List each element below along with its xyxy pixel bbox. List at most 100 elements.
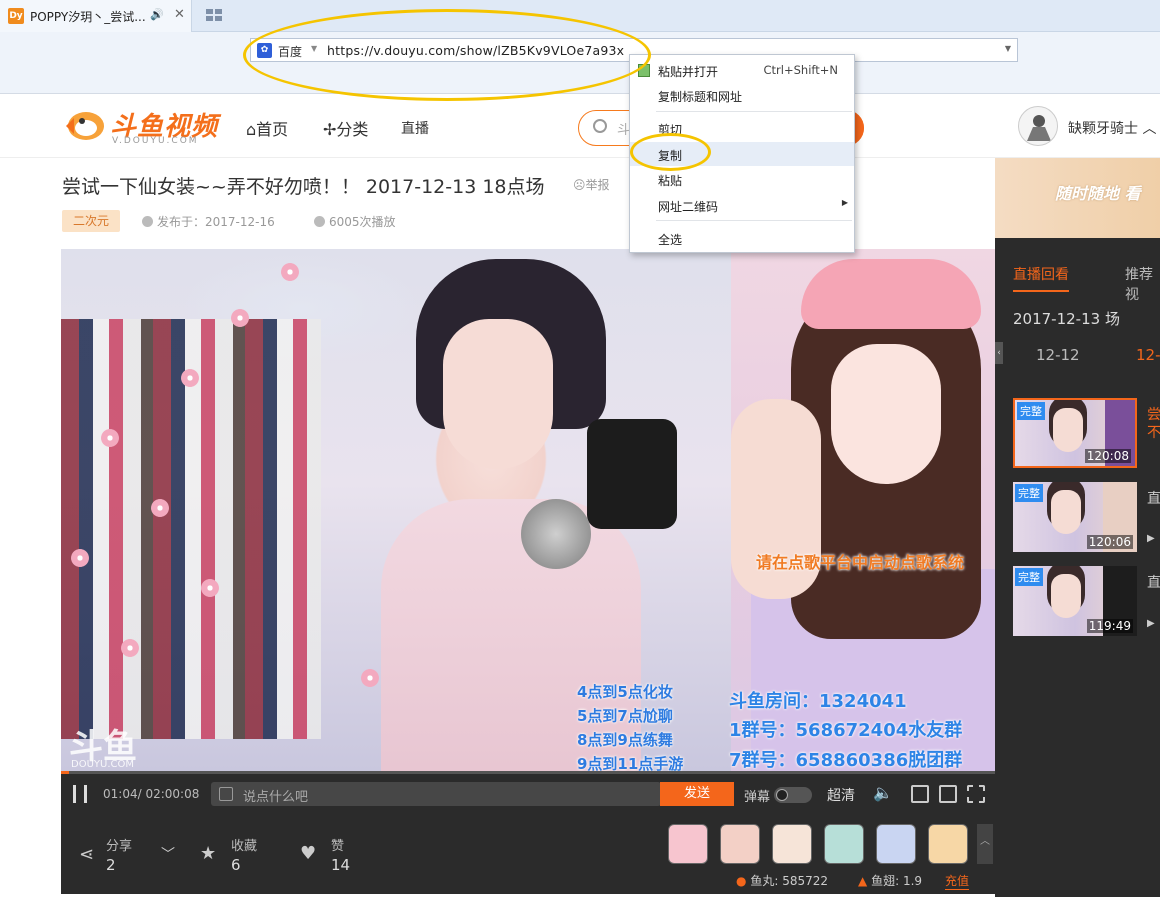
session-date-title: 2017-12-13 场 xyxy=(1013,310,1120,328)
nav-home[interactable]: ⌂首页 xyxy=(246,116,288,140)
menu-item-url-qrcode[interactable]: 网址二维码 ▶ xyxy=(630,193,854,217)
overlay-schedule-line: 8点到9点练舞 xyxy=(577,731,673,749)
side-panel: 直播回看 推荐视 2017-12-13 场 ‹ 12-12 12- 完整 120… xyxy=(995,238,1160,897)
avatar[interactable] xyxy=(1018,106,1058,146)
tab-recommend[interactable]: 推荐视 xyxy=(1125,264,1160,304)
play-small-icon[interactable]: ▶ xyxy=(1147,533,1155,544)
blossom xyxy=(101,429,119,447)
fish-ball-balance: ● 鱼丸: 585722 xyxy=(736,872,828,889)
replay-title[interactable]: 尝 xyxy=(1147,404,1160,424)
like-count: 14 xyxy=(331,856,351,874)
url-history-dropdown-icon[interactable]: ▼ xyxy=(1005,44,1011,53)
fish-ball-value: 585722 xyxy=(782,874,828,888)
close-icon[interactable]: ✕ xyxy=(174,7,185,22)
replay-thumb[interactable]: 完整 119:49 xyxy=(1013,566,1137,636)
streamer-face xyxy=(831,344,941,484)
gift-frame-icon[interactable] xyxy=(824,824,864,864)
replay-title[interactable]: 直 xyxy=(1147,572,1160,592)
playback-time: 01:04/ 02:00:08 xyxy=(103,787,200,801)
chevron-left-icon[interactable]: ‹ xyxy=(995,342,1003,364)
menu-item-select-all[interactable]: 全选 xyxy=(630,226,854,250)
gift-fish-icon[interactable] xyxy=(720,824,760,864)
blossom xyxy=(151,499,169,517)
chevron-down-icon[interactable]: ﹀ xyxy=(161,844,175,864)
thumb-face xyxy=(1051,490,1081,534)
blossom xyxy=(181,369,199,387)
share-count: 2 xyxy=(106,856,116,874)
gift-scroll-up-icon[interactable]: ︿ xyxy=(977,824,993,864)
nav-home-label: 首页 xyxy=(256,120,289,139)
blossom xyxy=(281,263,299,281)
replay-title[interactable]: 不 xyxy=(1147,422,1160,442)
fullscreen-icon[interactable] xyxy=(967,785,985,803)
replay-thumb[interactable]: 完整 120:06 xyxy=(1013,482,1137,552)
gift-pig-icon[interactable] xyxy=(876,824,916,864)
replay-title[interactable]: 直 xyxy=(1147,488,1160,508)
favorite-label[interactable]: 收藏 xyxy=(231,835,257,854)
menu-item-copy-title-url[interactable]: 复制标题和网址 xyxy=(630,83,854,107)
progress-fill xyxy=(61,771,70,774)
heart-icon[interactable]: ♥ xyxy=(300,843,316,864)
volume-icon[interactable]: 🔈 xyxy=(873,783,893,802)
speaker-icon[interactable]: 🔊 xyxy=(150,8,164,21)
microphone xyxy=(521,499,591,569)
complete-badge: 完整 xyxy=(1017,402,1045,420)
player-controls: 01:04/ 02:00:08 说点什么吧 发送 弹幕 超清 🔈 xyxy=(61,771,995,816)
wide-screen-icon[interactable] xyxy=(939,785,957,803)
duration-label: 120:06 xyxy=(1086,535,1133,549)
nav-live[interactable]: 直播 xyxy=(401,118,429,138)
menu-item-label: 全选 xyxy=(658,233,683,247)
douyu-fish-logo-icon[interactable] xyxy=(64,106,108,146)
category-tag[interactable]: 二次元 xyxy=(62,210,120,232)
search-icon xyxy=(593,119,607,133)
pause-icon[interactable] xyxy=(73,785,87,803)
favorite-count: 6 xyxy=(231,856,241,874)
date-option[interactable]: 12-12 xyxy=(1036,346,1080,364)
like-label[interactable]: 赞 xyxy=(331,835,344,854)
tab-replay[interactable]: 直播回看 xyxy=(1013,264,1069,292)
play-count: 6005次播放 xyxy=(314,213,396,230)
complete-badge: 完整 xyxy=(1015,484,1043,502)
streamer-hat xyxy=(801,259,981,329)
play-icon xyxy=(314,216,325,227)
recharge-link[interactable]: 充值 xyxy=(945,872,970,890)
replay-thumb[interactable]: 完整 120:08 xyxy=(1013,398,1137,468)
complete-badge: 完整 xyxy=(1015,568,1043,586)
gift-bang-icon[interactable] xyxy=(928,824,968,864)
overlay-room-number: 斗鱼房间：1324041 xyxy=(729,691,907,712)
menu-item-label: 粘贴 xyxy=(658,174,683,188)
menu-item-paste-and-open[interactable]: 粘贴并打开 Ctrl+Shift+N xyxy=(630,58,854,82)
star-icon[interactable]: ★ xyxy=(200,843,216,864)
fish-ball-icon: ● xyxy=(736,874,747,888)
quality-selector[interactable]: 超清 xyxy=(827,785,855,805)
date-option-selected[interactable]: 12- xyxy=(1136,346,1160,364)
screenshot-icon[interactable] xyxy=(911,785,929,803)
clock-icon xyxy=(142,216,153,227)
app-banner[interactable]: 随时随地 看 xyxy=(995,158,1160,238)
danmu-input[interactable]: 说点什么吧 xyxy=(211,782,661,806)
video-player[interactable]: 斗鱼 DOUYU.COM 请在点歌平台中启动点歌系统 4点到5点化妆 5点到7点… xyxy=(61,249,995,771)
highlight-circle-copy xyxy=(630,133,711,171)
blossom xyxy=(361,669,379,687)
share-icon[interactable]: ⋖ xyxy=(79,844,94,865)
danmu-placeholder: 说点什么吧 xyxy=(243,790,309,805)
report-link[interactable]: ☹举报 xyxy=(573,176,610,193)
gift-heart-icon[interactable] xyxy=(668,824,708,864)
username[interactable]: 缺颗牙骑士 ︿ xyxy=(1068,118,1156,138)
send-button[interactable]: 发送 xyxy=(660,782,734,806)
danmu-style-icon[interactable] xyxy=(219,787,233,801)
gift-cake-icon[interactable] xyxy=(772,824,812,864)
blossom xyxy=(121,639,139,657)
tab-grid-icon[interactable] xyxy=(206,9,222,22)
streamer-face xyxy=(443,319,553,469)
nav-category[interactable]: ✢分类 xyxy=(323,116,368,140)
overlay-song-request: 请在点歌平台中启动点歌系统 xyxy=(756,553,965,572)
browser-tab[interactable]: Dy POPPY汐玥丶_尝试... 🔊 ✕ xyxy=(0,0,192,32)
site-logo-subtitle: V.DOUYU.COM xyxy=(112,136,199,146)
share-label[interactable]: 分享 xyxy=(106,835,132,854)
play-small-icon[interactable]: ▶ xyxy=(1147,618,1155,629)
video-title: 尝试一下仙女装~~弄不好勿喷！！ 2017-12-13 18点场 xyxy=(62,176,545,198)
progress-bar[interactable] xyxy=(61,771,995,774)
danmu-toggle[interactable] xyxy=(774,787,812,803)
fish-fin-value: 1.9 xyxy=(902,874,923,888)
